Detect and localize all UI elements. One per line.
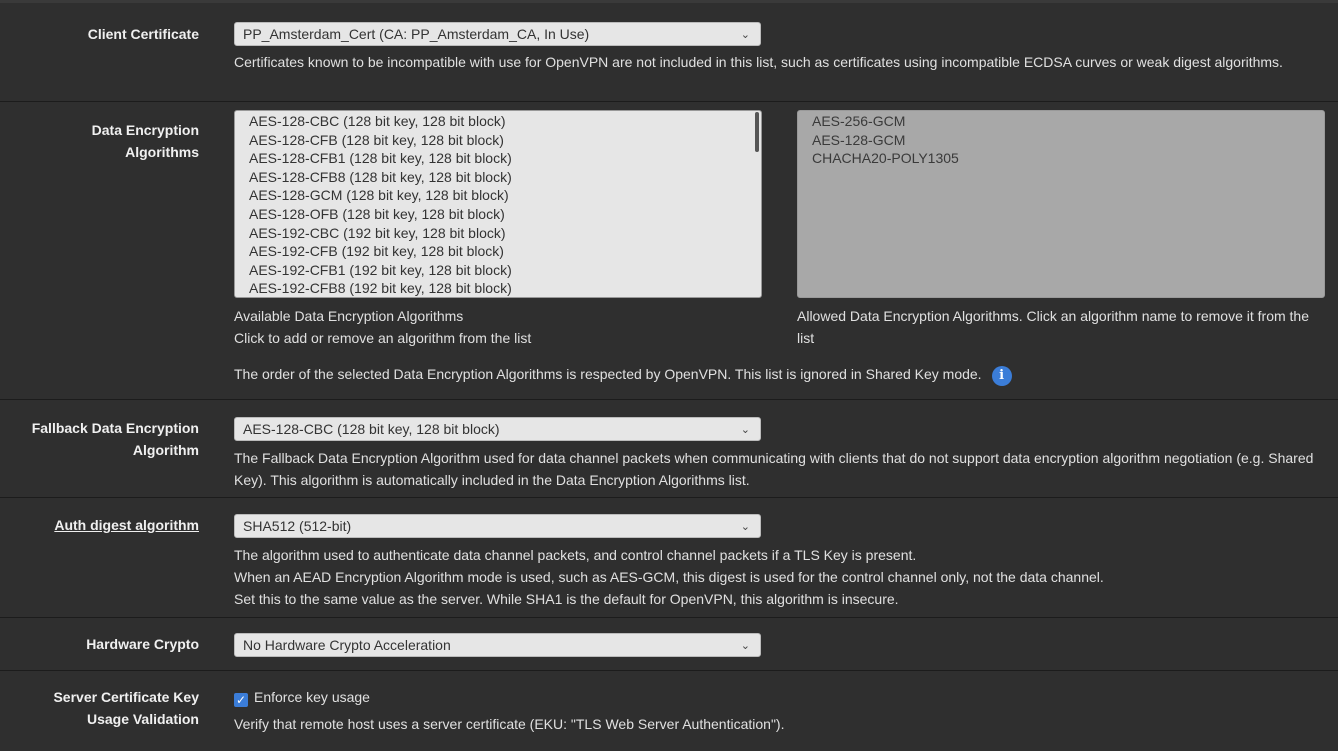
- list-item[interactable]: AES-128-CFB (128 bit key, 128 bit block): [249, 131, 761, 150]
- fallback-encryption-label: Fallback Data Encryption Algorithm: [31, 420, 199, 458]
- list-item[interactable]: AES-128-GCM (128 bit key, 128 bit block): [249, 186, 761, 205]
- enforce-key-usage-checkbox[interactable]: ✓: [234, 693, 248, 707]
- list-item[interactable]: AES-192-CFB (192 bit key, 128 bit block): [249, 242, 761, 261]
- fallback-encryption-value: AES-128-CBC (128 bit key, 128 bit block): [243, 421, 500, 437]
- available-algorithms-help: Available Data Encryption Algorithms Cli…: [234, 308, 532, 346]
- chevron-down-icon: ⌄: [740, 521, 750, 533]
- allowed-algorithms-list[interactable]: AES-256-GCM AES-128-GCM CHACHA20-POLY130…: [797, 110, 1325, 298]
- list-item[interactable]: AES-256-GCM: [812, 112, 1324, 131]
- list-item[interactable]: AES-128-OFB (128 bit key, 128 bit block): [249, 205, 761, 224]
- eku-help: Verify that remote host uses a server ce…: [234, 716, 785, 732]
- list-item[interactable]: AES-128-GCM: [812, 131, 1324, 150]
- list-item[interactable]: AES-128-CBC (128 bit key, 128 bit block): [249, 112, 761, 131]
- available-algorithms-list[interactable]: AES-128-CBC (128 bit key, 128 bit block)…: [234, 110, 762, 298]
- fallback-encryption-row: Fallback Data Encryption Algorithm AES-1…: [0, 400, 1338, 498]
- client-certificate-row: Client Certificate PP_Amsterdam_Cert (CA…: [0, 3, 1338, 102]
- list-item[interactable]: AES-128-CFB8 (128 bit key, 128 bit block…: [249, 168, 761, 187]
- list-item[interactable]: AES-192-CBC (192 bit key, 128 bit block): [249, 224, 761, 243]
- chevron-down-icon: ⌄: [740, 29, 750, 41]
- client-certificate-help: Certificates known to be incompatible wi…: [234, 54, 1283, 70]
- allowed-algorithms-help: Allowed Data Encryption Algorithms. Clic…: [797, 308, 1309, 346]
- auth-digest-help: The algorithm used to authenticate data …: [234, 547, 1104, 607]
- enforce-key-usage-checkbox-row[interactable]: ✓ Enforce key usage: [234, 686, 1328, 708]
- hardware-crypto-row: Hardware Crypto No Hardware Crypto Accel…: [0, 618, 1338, 671]
- list-item[interactable]: AES-192-CFB8 (192 bit key, 128 bit block…: [249, 279, 761, 297]
- hardware-crypto-select[interactable]: No Hardware Crypto Acceleration ⌄: [234, 633, 761, 657]
- fallback-encryption-select[interactable]: AES-128-CBC (128 bit key, 128 bit block)…: [234, 417, 761, 441]
- chevron-down-icon: ⌄: [740, 424, 750, 436]
- algorithm-order-note: The order of the selected Data Encryptio…: [234, 364, 1012, 386]
- list-item[interactable]: AES-192-CFB1 (192 bit key, 128 bit block…: [249, 261, 761, 280]
- hardware-crypto-value: No Hardware Crypto Acceleration: [243, 637, 451, 653]
- auth-digest-value: SHA512 (512-bit): [243, 518, 352, 534]
- hardware-crypto-label: Hardware Crypto: [86, 636, 199, 652]
- enforce-key-usage-label[interactable]: Enforce key usage: [254, 689, 370, 705]
- auth-digest-row: Auth digest algorithm SHA512 (512-bit) ⌄…: [0, 498, 1338, 618]
- client-certificate-label: Client Certificate: [87, 26, 199, 42]
- data-encryption-label: Data Encryption Algorithms: [91, 122, 199, 160]
- list-item[interactable]: AES-128-CFB1 (128 bit key, 128 bit block…: [249, 149, 761, 168]
- auth-digest-label[interactable]: Auth digest algorithm: [0, 514, 199, 536]
- data-encryption-row: Data Encryption Algorithms AES-128-CBC (…: [0, 102, 1338, 400]
- client-certificate-value: PP_Amsterdam_Cert (CA: PP_Amsterdam_CA, …: [243, 26, 590, 42]
- list-item[interactable]: CHACHA20-POLY1305: [812, 149, 1324, 168]
- server-cert-eku-row: Server Certificate Key Usage Validation …: [0, 671, 1338, 751]
- info-icon[interactable]: i: [991, 366, 1012, 386]
- auth-digest-select[interactable]: SHA512 (512-bit) ⌄: [234, 514, 761, 538]
- server-cert-eku-label: Server Certificate Key Usage Validation: [53, 689, 199, 727]
- chevron-down-icon: ⌄: [740, 640, 750, 652]
- fallback-encryption-help: The Fallback Data Encryption Algorithm u…: [234, 450, 1314, 488]
- list-scrollbar[interactable]: [755, 112, 759, 152]
- client-certificate-select[interactable]: PP_Amsterdam_Cert (CA: PP_Amsterdam_CA, …: [234, 22, 761, 46]
